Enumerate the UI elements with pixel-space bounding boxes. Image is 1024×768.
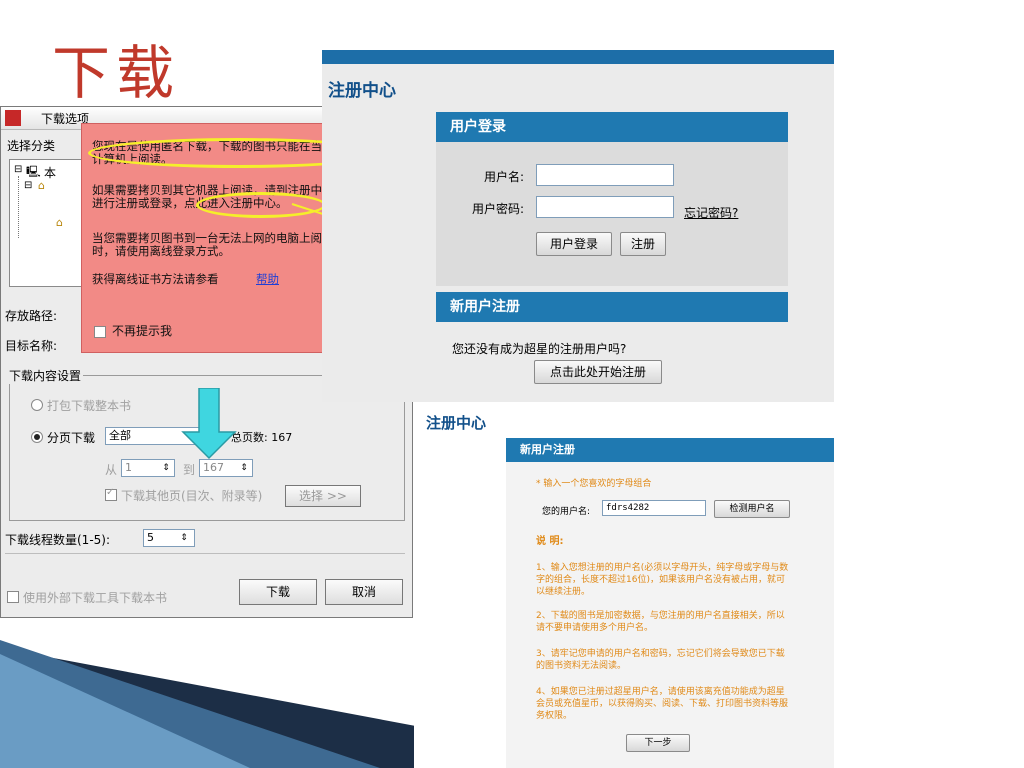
pack-whole-book-radio[interactable] xyxy=(31,399,43,411)
register-username-input[interactable]: fdrs4282 xyxy=(602,500,706,516)
next-step-button[interactable]: 下一步 xyxy=(626,734,690,752)
select-button[interactable]: 选择 >> xyxy=(285,485,361,507)
slide-title: 下载 xyxy=(52,39,181,107)
external-tool-checkbox[interactable] xyxy=(7,591,19,603)
down-arrow-icon xyxy=(181,388,237,460)
separator xyxy=(5,553,405,554)
panel-topbar xyxy=(322,50,834,64)
to-page-stepper[interactable]: ⇕ xyxy=(237,460,251,476)
note-line: 4、如果您已注册过超星用户名，请使用该离充值功能成为超星 xyxy=(536,687,785,697)
to-label: 到 xyxy=(183,463,196,477)
threads-stepper[interactable]: ⇕ xyxy=(177,530,191,546)
start-register-button[interactable]: 点击此处开始注册 xyxy=(534,360,662,384)
note-line: 字的组合，长度不超过16位)，如果该用户名没有被占用，就可 xyxy=(536,575,785,585)
register-username-label: 您的用户名: xyxy=(542,507,591,517)
note-line: 以继续注册。 xyxy=(536,587,591,597)
note-line: 请不要申请使用多个用户名。 xyxy=(536,623,654,633)
username-hint: * 输入一个您喜欢的字母组合 xyxy=(536,479,652,489)
username-input[interactable] xyxy=(536,164,674,186)
notes-title: 说 明: xyxy=(536,536,564,547)
username-label: 用户名: xyxy=(484,170,525,184)
page-download-radio[interactable] xyxy=(31,431,43,443)
register-center-heading: 注册中心 xyxy=(328,81,396,101)
login-section-body: 用户名: 用户密码: 忘记密码? 用户登录 注册 xyxy=(436,142,788,286)
pack-whole-book-label: 打包下载整本书 xyxy=(47,399,132,413)
cancel-button[interactable]: 取消 xyxy=(325,579,403,605)
password-label: 用户密码: xyxy=(472,202,525,216)
category-tree[interactable]: ⊟ 🖳 本 ⊟ ⌂ ⌂ xyxy=(9,159,83,287)
tree-root-label: 本 xyxy=(44,166,57,180)
register-form: * 输入一个您喜欢的字母组合 您的用户名: fdrs4282 检测用户名 说 明… xyxy=(506,462,834,768)
note-line: 2、下载的图书是加密数据，与您注册的用户名直接相关，所以 xyxy=(536,611,785,621)
note-line: 会员或充值星币，以获得购买、阅读、下载、打印图书资料等服 xyxy=(536,699,789,709)
download-button[interactable]: 下载 xyxy=(239,579,317,605)
app-logo-icon xyxy=(5,110,21,126)
category-label: 选择分类 xyxy=(7,139,56,153)
note-line: 3、请牢记您申请的用户名和密码，忘记它们将会导致您已下载 xyxy=(536,649,785,659)
login-button[interactable]: 用户登录 xyxy=(536,232,612,256)
new-user-section-title: 新用户注册 xyxy=(506,438,834,462)
library-icon: ⌂ xyxy=(38,179,45,192)
note-line: 1、输入您想注册的用户名(必须以字母开头，纯字母或字母与数 xyxy=(536,563,789,573)
notice-line: 获得离线证书方法请参看 xyxy=(92,272,219,286)
content-settings-label: 下载内容设置 xyxy=(7,367,84,384)
threads-label: 下载线程数量(1-5): xyxy=(5,533,111,547)
forgot-password-link[interactable]: 忘记密码? xyxy=(684,204,738,221)
tree-expand-icon[interactable]: ⊟ xyxy=(24,180,32,191)
check-username-button[interactable]: 检测用户名 xyxy=(714,500,790,518)
other-pages-label: 下载其他页(目次、附录等) xyxy=(121,489,263,503)
new-user-section-title: 新用户注册 xyxy=(436,292,788,322)
save-path-label: 存放路径: xyxy=(5,309,58,323)
library-icon: ⌂ xyxy=(56,216,63,229)
from-page-stepper[interactable]: ⇕ xyxy=(159,460,173,476)
other-pages-checkbox[interactable]: ✓ xyxy=(105,487,117,501)
not-registered-text: 您还没有成为超星的注册用户吗? xyxy=(452,342,627,356)
register-button[interactable]: 注册 xyxy=(620,232,666,256)
help-link[interactable]: 帮助 xyxy=(256,273,279,286)
total-pages-label: 总页数: 167 xyxy=(231,431,293,444)
notice-line: 时，请使用离线登录方式。 xyxy=(92,244,230,258)
no-more-prompt-checkbox[interactable] xyxy=(94,326,106,338)
note-line: 务权限。 xyxy=(536,711,573,721)
note-line: 的图书资料无法阅读。 xyxy=(536,661,627,671)
register-center-heading: 注册中心 xyxy=(426,414,487,432)
login-section-title: 用户登录 xyxy=(436,112,788,142)
password-input[interactable] xyxy=(536,196,674,218)
target-name-label: 目标名称: xyxy=(5,339,58,353)
external-tool-label: 使用外部下载工具下载本书 xyxy=(23,591,168,605)
from-label: 从 xyxy=(105,463,118,477)
register-center-login-panel: 注册中心 用户登录 用户名: 用户密码: 忘记密码? 用户登录 注册 新用户注册… xyxy=(322,50,834,402)
page-download-label: 分页下载 xyxy=(47,431,96,445)
no-more-prompt-label: 不再提示我 xyxy=(112,324,173,338)
new-user-register-panel: 注册中心 新用户注册 * 输入一个您喜欢的字母组合 您的用户名: fdrs428… xyxy=(414,404,834,768)
tree-expand-icon[interactable]: ⊟ xyxy=(14,164,22,175)
